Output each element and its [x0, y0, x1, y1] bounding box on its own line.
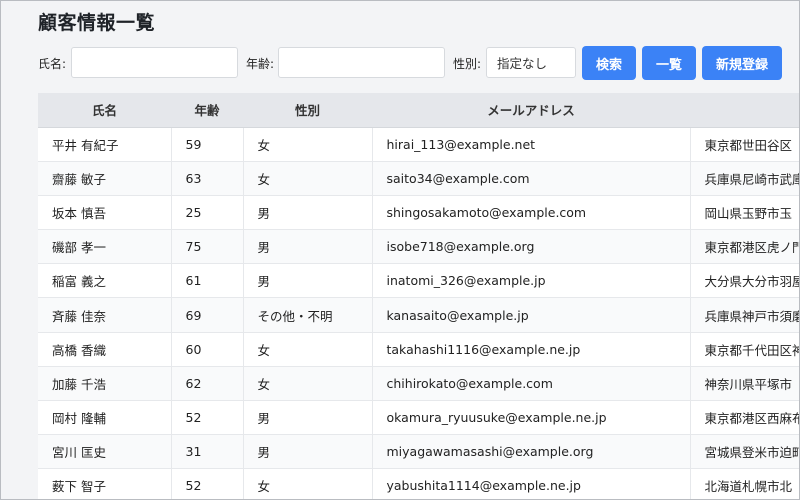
cell-email: inatomi_326@example.jp: [372, 263, 691, 299]
cell-name: 齋藤 敏子: [38, 161, 172, 196]
age-input[interactable]: [278, 47, 445, 78]
customer-table: 氏名 年齢 性別 メールアドレス 平井 有紀子 59 女 hirai_113@exam…: [38, 93, 799, 499]
cell-email: shingosakamoto@example.com: [372, 195, 691, 231]
table-row[interactable]: 磯部 孝一 75 男 isobe718@example.org 東京都港区虎ノ門: [38, 229, 799, 265]
table-row[interactable]: 高橋 香織 60 女 takahashi1116@example.ne.jp 東京都千代…: [38, 332, 799, 367]
cell-address: 東京都港区西麻布: [690, 400, 799, 436]
header-address[interactable]: [690, 93, 799, 128]
table-row[interactable]: 宮川 匡史 31 男 miyagawamasashi@example.org 宮城県登米…: [38, 434, 799, 470]
cell-gender: 男: [243, 434, 373, 470]
cell-name: 斉藤 佳奈: [38, 297, 172, 333]
cell-address: 岡山県玉野市玉: [690, 195, 799, 231]
app-window: 顧客情報一覧 氏名: 年齢: 性別: 指定なし 検索 一覧 新規登録 氏名 年齢…: [0, 0, 800, 500]
table-body: 平井 有紀子 59 女 hirai_113@example.net 東京都世田谷区 齋藤 …: [38, 127, 799, 499]
search-form: 氏名: 年齢: 性別: 指定なし 検索 一覧 新規登録: [38, 46, 798, 80]
table-row[interactable]: 岡村 隆輔 52 男 okamura_ryuusuke@example.ne.jp 東京…: [38, 400, 799, 436]
gender-select[interactable]: 指定なし: [486, 47, 576, 78]
cell-address: 神奈川県平塚市: [690, 366, 799, 402]
search-button[interactable]: 検索: [582, 46, 636, 80]
cell-name: 薮下 智子: [38, 468, 172, 499]
table-row[interactable]: 齋藤 敏子 63 女 saito34@example.com 兵庫県尼崎市武庫: [38, 161, 799, 196]
cell-email: saito34@example.com: [372, 161, 691, 196]
cell-email: takahashi1116@example.ne.jp: [372, 332, 691, 367]
cell-gender: 女: [243, 468, 373, 499]
cell-address: 東京都港区虎ノ門: [690, 229, 799, 265]
cell-email: chihirokato@example.com: [372, 366, 691, 402]
new-registration-button[interactable]: 新規登録: [702, 46, 782, 80]
cell-address: 兵庫県尼崎市武庫: [690, 161, 799, 196]
cell-gender: その他・不明: [243, 297, 373, 333]
cell-name: 坂本 慎吾: [38, 195, 172, 231]
cell-name: 宮川 匡史: [38, 434, 172, 470]
cell-age: 52: [171, 468, 244, 499]
cell-email: okamura_ryuusuke@example.ne.jp: [372, 400, 691, 436]
cell-gender: 女: [243, 127, 373, 162]
cell-gender: 女: [243, 366, 373, 402]
name-input[interactable]: [71, 47, 238, 78]
header-name[interactable]: 氏名: [38, 93, 171, 128]
page-title: 顧客情報一覧: [38, 12, 156, 34]
cell-name: 稲富 義之: [38, 263, 172, 299]
table-row[interactable]: 薮下 智子 52 女 yabushita1114@example.ne.jp 北海道札幌…: [38, 468, 799, 499]
gender-label: 性別:: [453, 57, 482, 71]
cell-name: 高橋 香織: [38, 332, 172, 367]
cell-age: 59: [171, 127, 244, 162]
customer-table-container: 氏名 年齢 性別 メールアドレス 平井 有紀子 59 女 hirai_113@exam…: [38, 93, 799, 499]
table-row[interactable]: 平井 有紀子 59 女 hirai_113@example.net 東京都世田谷区: [38, 127, 799, 162]
table-row[interactable]: 斉藤 佳奈 69 その他・不明 kanasaito@example.jp 兵庫県神戸市須…: [38, 297, 799, 333]
cell-name: 平井 有紀子: [38, 127, 172, 162]
cell-age: 62: [171, 366, 244, 402]
cell-address: 宮城県登米市迫町: [690, 434, 799, 470]
cell-email: yabushita1114@example.ne.jp: [372, 468, 691, 499]
cell-age: 61: [171, 263, 244, 299]
cell-email: hirai_113@example.net: [372, 127, 691, 162]
cell-gender: 女: [243, 161, 373, 196]
table-row[interactable]: 加藤 千浩 62 女 chihirokato@example.com 神奈川県平塚市: [38, 366, 799, 402]
cell-age: 63: [171, 161, 244, 196]
cell-email: isobe718@example.org: [372, 229, 691, 265]
cell-email: kanasaito@example.jp: [372, 297, 691, 333]
cell-age: 25: [171, 195, 244, 231]
cell-age: 52: [171, 400, 244, 436]
age-label: 年齢:: [246, 57, 275, 71]
cell-address: 北海道札幌市北: [690, 468, 799, 499]
cell-gender: 男: [243, 195, 373, 231]
cell-gender: 男: [243, 400, 373, 436]
cell-age: 31: [171, 434, 244, 470]
cell-age: 75: [171, 229, 244, 265]
table-row[interactable]: 稲富 義之 61 男 inatomi_326@example.jp 大分県大分市羽屋: [38, 263, 799, 299]
cell-email: miyagawamasashi@example.org: [372, 434, 691, 470]
cell-address: 東京都千代田区神: [690, 332, 799, 367]
header-age[interactable]: 年齢: [171, 93, 243, 128]
header-email[interactable]: メールアドレス: [372, 93, 690, 128]
cell-name: 加藤 千浩: [38, 366, 172, 402]
gender-select-value: 指定なし: [497, 56, 548, 71]
name-label: 氏名:: [38, 57, 67, 71]
list-button[interactable]: 一覧: [642, 46, 696, 80]
cell-age: 60: [171, 332, 244, 367]
cell-age: 69: [171, 297, 244, 333]
cell-address: 東京都世田谷区: [690, 127, 799, 162]
cell-address: 兵庫県神戸市須磨: [690, 297, 799, 333]
header-gender[interactable]: 性別: [243, 93, 372, 128]
table-row[interactable]: 坂本 慎吾 25 男 shingosakamoto@example.com 岡山県玉野市…: [38, 195, 799, 231]
cell-gender: 男: [243, 263, 373, 299]
cell-address: 大分県大分市羽屋: [690, 263, 799, 299]
table-header-row: 氏名 年齢 性別 メールアドレス: [38, 93, 799, 128]
cell-gender: 女: [243, 332, 373, 367]
cell-name: 磯部 孝一: [38, 229, 172, 265]
cell-name: 岡村 隆輔: [38, 400, 172, 436]
cell-gender: 男: [243, 229, 373, 265]
